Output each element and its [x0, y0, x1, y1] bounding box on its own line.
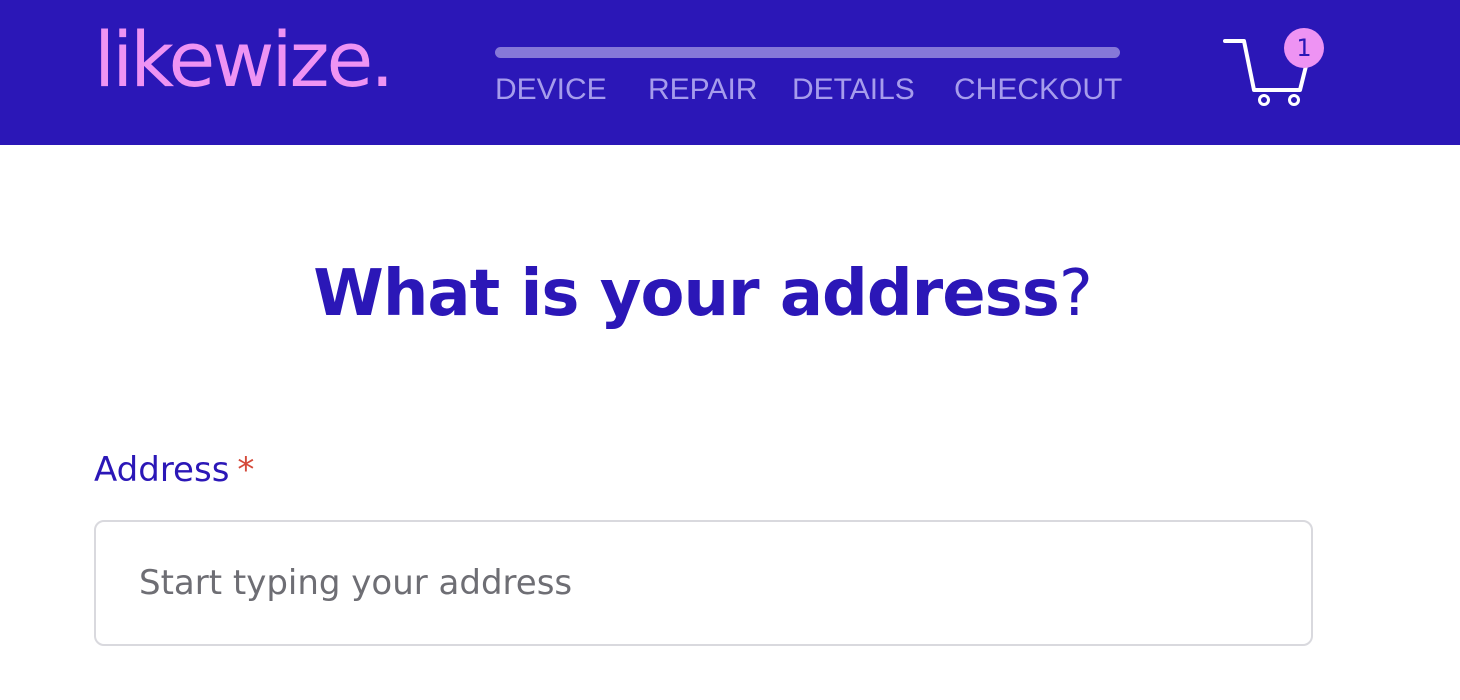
- required-asterisk: *: [237, 450, 255, 490]
- cart-count-badge: 1: [1284, 28, 1324, 68]
- page-title-suffix: ?: [1058, 257, 1093, 331]
- page-title: What is your address?: [0, 254, 1405, 334]
- checkout-steps: DEVICE REPAIR DETAILS CHECKOUT: [495, 71, 1122, 111]
- likewize-logo[interactable]: likewize.: [94, 22, 394, 98]
- page-title-text: What is your address: [313, 257, 1060, 331]
- address-input[interactable]: [94, 520, 1313, 646]
- progress-bar: [495, 47, 1120, 58]
- step-details[interactable]: DETAILS: [792, 71, 915, 109]
- step-repair[interactable]: REPAIR: [648, 71, 757, 109]
- address-label: Address *: [94, 448, 254, 492]
- cart-button[interactable]: 1: [1222, 28, 1328, 112]
- step-checkout[interactable]: CHECKOUT: [954, 71, 1122, 109]
- step-device[interactable]: DEVICE: [495, 71, 607, 109]
- site-header: likewize. DEVICE REPAIR DETAILS CHECKOUT…: [0, 0, 1460, 145]
- address-label-text: Address: [94, 450, 230, 490]
